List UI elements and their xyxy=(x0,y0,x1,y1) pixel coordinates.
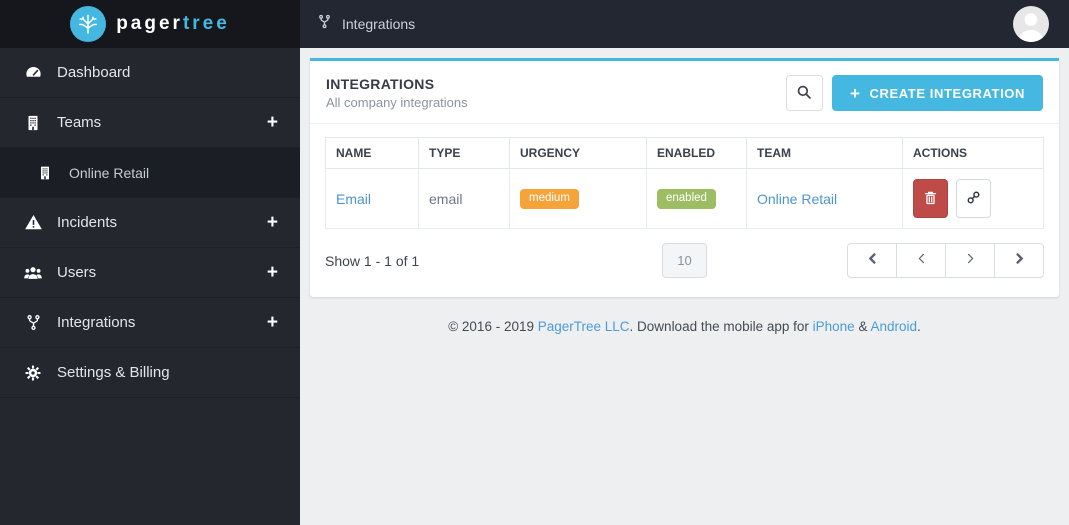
table-header-row: NAME TYPE URGENCY ENABLED TEAM ACTIONS xyxy=(326,138,1044,169)
chevron-right-icon xyxy=(964,251,977,271)
column-header-urgency: URGENCY xyxy=(510,138,647,169)
android-link[interactable]: Android xyxy=(870,319,917,334)
chevron-double-right-icon xyxy=(1013,251,1026,271)
sidebar-item-label: Online Retail xyxy=(69,165,149,181)
add-user-icon[interactable]: + xyxy=(267,263,278,282)
tree-logo-icon xyxy=(70,6,106,42)
user-avatar[interactable] xyxy=(1013,6,1049,42)
column-header-enabled: ENABLED xyxy=(647,138,747,169)
sidebar-item-label: Users xyxy=(57,264,96,281)
column-header-name: NAME xyxy=(326,138,419,169)
brand-word-pager: pager xyxy=(116,13,183,34)
sidebar-item-settings-billing[interactable]: Settings & Billing xyxy=(0,348,300,398)
app-window: pagertree Dashboard xyxy=(0,0,1069,525)
urgency-badge: medium xyxy=(520,189,579,209)
pagination-previous-button[interactable] xyxy=(896,243,946,278)
enabled-badge: enabled xyxy=(657,189,716,209)
trash-icon xyxy=(922,188,939,210)
sidebar-item-dashboard[interactable]: Dashboard xyxy=(0,48,300,98)
sidebar-item-label: Integrations xyxy=(57,314,135,331)
delete-integration-button[interactable] xyxy=(913,179,948,218)
pagination-controls xyxy=(847,243,1044,278)
pagination-bar: Show 1 - 1 of 1 10 xyxy=(310,229,1059,297)
footer-text: . Download the mobile app for xyxy=(630,319,813,334)
integration-type: email xyxy=(429,191,462,207)
integrations-table-wrap: NAME TYPE URGENCY ENABLED TEAM ACTIONS E… xyxy=(325,137,1044,229)
add-integration-icon[interactable]: + xyxy=(267,313,278,332)
integrations-table: NAME TYPE URGENCY ENABLED TEAM ACTIONS E… xyxy=(325,137,1044,229)
sidebar-item-integrations[interactable]: Integrations + xyxy=(0,298,300,348)
pagination-summary: Show 1 - 1 of 1 xyxy=(325,253,662,269)
pagination-next-button[interactable] xyxy=(945,243,995,278)
sidebar-item-label: Teams xyxy=(57,114,101,131)
search-icon xyxy=(795,83,813,104)
create-integration-label: CREATE INTEGRATION xyxy=(870,86,1025,101)
sidebar-item-label: Dashboard xyxy=(57,64,130,81)
iphone-link[interactable]: iPhone xyxy=(813,319,855,334)
column-header-type: TYPE xyxy=(419,138,510,169)
code-fork-icon xyxy=(317,13,332,35)
dashboard-icon xyxy=(22,63,44,82)
search-button[interactable] xyxy=(786,75,823,111)
gear-icon xyxy=(22,364,44,382)
link-icon xyxy=(965,189,982,209)
main-content: INTEGRATIONS All company integrations xyxy=(300,48,1069,525)
integrations-panel: INTEGRATIONS All company integrations xyxy=(310,58,1059,297)
panel-heading: INTEGRATIONS All company integrations xyxy=(310,61,1059,124)
pagination-first-button[interactable] xyxy=(847,243,897,278)
pagertree-llc-link[interactable]: PagerTree LLC xyxy=(538,319,630,334)
footer: © 2016 - 2019 PagerTree LLC. Download th… xyxy=(300,319,1069,334)
team-link[interactable]: Online Retail xyxy=(757,191,837,207)
brand-header[interactable]: pagertree xyxy=(0,0,300,48)
sidebar-item-users[interactable]: Users + xyxy=(0,248,300,298)
chevron-double-left-icon xyxy=(866,251,879,271)
table-row: Email email medium enabled Online Retail xyxy=(326,169,1044,229)
plus-icon: + xyxy=(850,85,861,102)
sidebar-item-online-retail[interactable]: Online Retail xyxy=(0,148,300,198)
code-fork-icon xyxy=(22,313,44,332)
sidebar-item-label: Incidents xyxy=(57,214,117,231)
sidebar-item-label: Settings & Billing xyxy=(57,364,170,381)
panel-heading-titles: INTEGRATIONS All company integrations xyxy=(326,76,468,110)
sidebar-item-incidents[interactable]: Incidents + xyxy=(0,198,300,248)
column-header-actions: ACTIONS xyxy=(903,138,1044,169)
integration-name-link[interactable]: Email xyxy=(336,191,371,207)
panel-subtitle: All company integrations xyxy=(326,95,468,110)
brand-wordmark: pagertree xyxy=(116,13,230,35)
sidebar: pagertree Dashboard xyxy=(0,0,300,525)
chevron-left-icon xyxy=(915,251,928,271)
copy-link-button[interactable] xyxy=(956,179,991,218)
panel-title: INTEGRATIONS xyxy=(326,76,468,92)
page-size-selector[interactable]: 10 xyxy=(662,243,706,278)
footer-amp: & xyxy=(855,319,871,334)
footer-period: . xyxy=(917,319,921,334)
page-title: Integrations xyxy=(342,16,415,32)
column-header-team: TEAM xyxy=(747,138,903,169)
sidebar-item-teams[interactable]: Teams + xyxy=(0,98,300,148)
add-incident-icon[interactable]: + xyxy=(267,213,278,232)
create-integration-button[interactable]: + CREATE INTEGRATION xyxy=(832,75,1043,111)
building-icon xyxy=(22,114,44,132)
building-icon xyxy=(34,165,56,181)
pagination-last-button[interactable] xyxy=(994,243,1044,278)
heading-actions: + CREATE INTEGRATION xyxy=(786,75,1043,111)
footer-copyright: © 2016 - 2019 xyxy=(448,319,538,334)
users-icon xyxy=(22,263,44,283)
brand-word-tree: tree xyxy=(183,13,230,34)
topbar: Integrations xyxy=(300,0,1069,48)
add-team-icon[interactable]: + xyxy=(267,113,278,132)
warning-icon xyxy=(22,213,44,232)
